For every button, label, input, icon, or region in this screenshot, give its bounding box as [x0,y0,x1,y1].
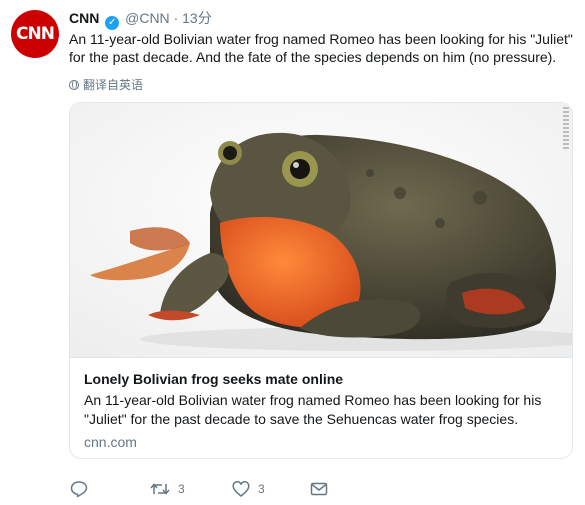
frog-illustration [70,103,572,357]
card-body[interactable]: Lonely Bolivian frog seeks mate online A… [70,357,572,458]
tweet-actions: 3 3 [70,480,328,498]
translate-label: 翻译自英语 [83,78,144,92]
link-card[interactable]: Lonely Bolivian frog seeks mate online A… [69,102,573,459]
reply-button[interactable] [70,480,150,498]
direct-message-button[interactable] [310,480,328,498]
heart-icon [232,481,250,497]
retweet-button[interactable]: 3 [150,480,232,498]
avatar[interactable]: CNN [11,10,59,58]
like-button[interactable]: 3 [232,480,310,498]
verified-badge-icon: ✓ [105,16,120,30]
frog-photo[interactable] [70,103,572,357]
reply-icon [70,481,88,498]
avatar-logo-text: CNN [16,24,55,44]
retweet-count: 3 [178,482,185,496]
separator-dot: · [173,10,179,26]
display-name[interactable]: CNN [69,10,99,26]
tweet-text: An 11-year-old Bolivian water frog named… [69,31,573,65]
timestamp[interactable]: 13分 [182,10,212,26]
retweet-icon [150,483,170,495]
photo-credit-watermark [563,107,569,149]
user-handle[interactable]: @CNN [125,10,170,26]
card-domain: cnn.com [84,434,137,450]
globe-icon [69,79,79,90]
tweet-header: CNN ✓ @CNN · 13分 [69,9,575,30]
card-title: Lonely Bolivian frog seeks mate online [84,371,344,387]
envelope-icon [310,482,328,496]
translate-link[interactable]: 翻译自英语 [69,76,143,93]
card-description: An 11-year-old Bolivian water frog named… [84,392,542,427]
like-count: 3 [258,482,265,496]
